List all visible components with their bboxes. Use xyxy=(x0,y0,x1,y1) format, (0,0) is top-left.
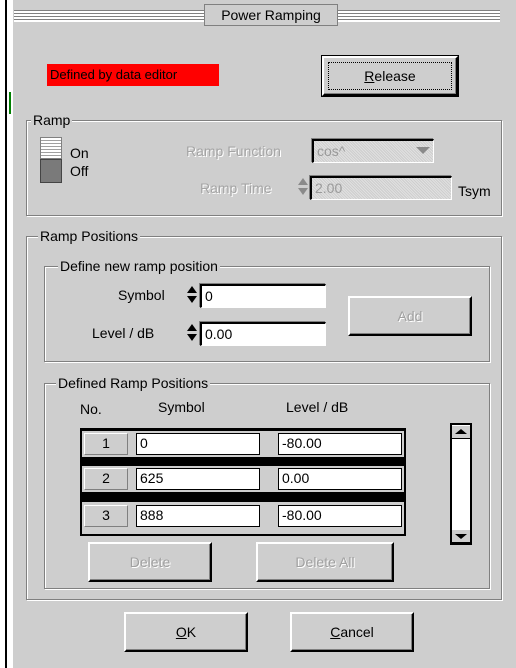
table-row[interactable]: 1 0 -80.00 xyxy=(82,431,404,457)
dropdown-arrow-icon[interactable] xyxy=(412,141,434,161)
row-level-cell[interactable]: -80.00 xyxy=(278,433,402,455)
row-symbol-cell[interactable]: 0 xyxy=(136,433,260,455)
table-row[interactable]: 2 625 0.00 xyxy=(82,466,404,492)
row-level-cell[interactable]: 0.00 xyxy=(278,468,402,490)
row-number: 1 xyxy=(84,433,128,455)
column-header-symbol: Symbol xyxy=(158,399,205,415)
ramp-legend: Ramp xyxy=(31,112,73,128)
symbol-spin-icon[interactable] xyxy=(186,284,198,306)
ramp-function-label: Ramp Function xyxy=(186,143,281,159)
delete-all-button[interactable]: Delete All xyxy=(256,542,394,582)
cancel-button[interactable]: Cancel xyxy=(290,612,414,652)
level-input[interactable]: 0.00 xyxy=(200,322,326,346)
add-button[interactable]: Add xyxy=(348,296,472,336)
switch-off-label: Off xyxy=(70,163,89,179)
ramp-group xyxy=(26,120,502,216)
delete-button[interactable]: Delete xyxy=(88,542,212,582)
add-button-label: Add xyxy=(397,308,423,324)
level-input-value: 0.00 xyxy=(205,326,233,342)
release-button[interactable]: Release xyxy=(321,55,459,97)
data-editor-status: Defined by data editor xyxy=(47,64,219,86)
delete-button-label: Delete xyxy=(129,554,171,570)
ok-button-label: OK xyxy=(175,624,197,640)
window-title: Power Ramping xyxy=(204,4,338,26)
release-button-label: Release xyxy=(364,68,416,84)
level-label: Level / dB xyxy=(92,325,155,341)
row-level-cell[interactable]: -80.00 xyxy=(278,505,402,527)
ramp-positions-legend: Ramp Positions xyxy=(38,228,141,244)
column-header-no: No. xyxy=(80,401,102,417)
row-number: 2 xyxy=(84,468,128,490)
symbol-input-value: 0 xyxy=(205,288,213,304)
ramp-time-input[interactable]: 2.00 xyxy=(310,176,452,200)
ramp-function-value: cos^ xyxy=(317,143,346,159)
level-spin-icon[interactable] xyxy=(186,322,198,344)
scroll-up-icon[interactable] xyxy=(452,425,470,439)
table-scrollbar[interactable] xyxy=(450,423,472,545)
delete-all-button-label: Delete All xyxy=(295,554,355,570)
screen-edge xyxy=(0,0,12,668)
ramp-time-spin-icon[interactable] xyxy=(297,176,309,198)
symbol-input[interactable]: 0 xyxy=(200,284,326,308)
ramp-time-unit: Tsym xyxy=(458,183,491,199)
cancel-button-label: Cancel xyxy=(330,624,374,640)
row-number: 3 xyxy=(84,505,128,527)
column-header-level: Level / dB xyxy=(286,399,349,415)
row-symbol-cell[interactable]: 625 xyxy=(136,468,260,490)
row-symbol-cell[interactable]: 888 xyxy=(136,505,260,527)
table-row[interactable]: 3 888 -80.00 xyxy=(82,502,404,534)
define-new-legend: Define new ramp position xyxy=(58,258,220,274)
switch-on-label: On xyxy=(70,145,89,161)
ramp-on-off-switch[interactable] xyxy=(40,137,62,183)
scroll-down-icon[interactable] xyxy=(452,529,470,543)
symbol-label: Symbol xyxy=(118,287,165,303)
ramp-time-label: Ramp Time xyxy=(200,180,272,196)
ramp-time-value: 2.00 xyxy=(315,180,343,196)
defined-positions-legend: Defined Ramp Positions xyxy=(56,375,211,391)
ok-button[interactable]: OK xyxy=(124,612,248,652)
